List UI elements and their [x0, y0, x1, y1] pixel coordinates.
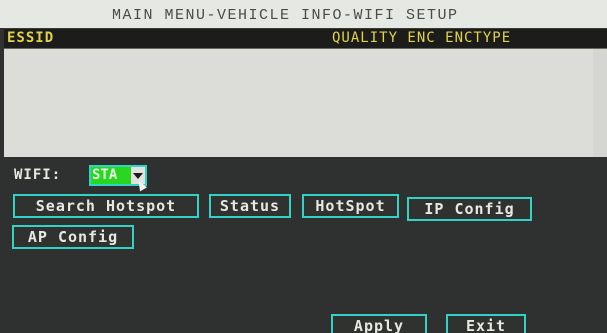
hotspot-button[interactable]: HotSpot [302, 194, 399, 218]
hotspot-list-edge [593, 49, 607, 157]
wifi-mode-value: STA [91, 167, 131, 184]
status-button[interactable]: Status [209, 194, 291, 218]
menu-path-title: MAIN MENU-VEHICLE INFO-WIFI SETUP [112, 7, 459, 24]
title-bar: MAIN MENU-VEHICLE INFO-WIFI SETUP [0, 0, 607, 28]
ip-config-button[interactable]: IP Config [407, 197, 532, 221]
column-quality-enc-enctype: QUALITY ENC ENCTYPE [332, 30, 512, 46]
wifi-mode-label: WIFI: [14, 167, 62, 183]
exit-button[interactable]: Exit [446, 314, 526, 333]
ap-config-button[interactable]: AP Config [12, 225, 134, 249]
column-essid: ESSID [7, 30, 55, 46]
hotspot-list-header: ESSID QUALITY ENC ENCTYPE [4, 28, 607, 49]
hotspot-list[interactable] [4, 49, 593, 157]
apply-button[interactable]: Apply [331, 314, 427, 333]
search-hotspot-button[interactable]: Search Hotspot [13, 194, 199, 218]
